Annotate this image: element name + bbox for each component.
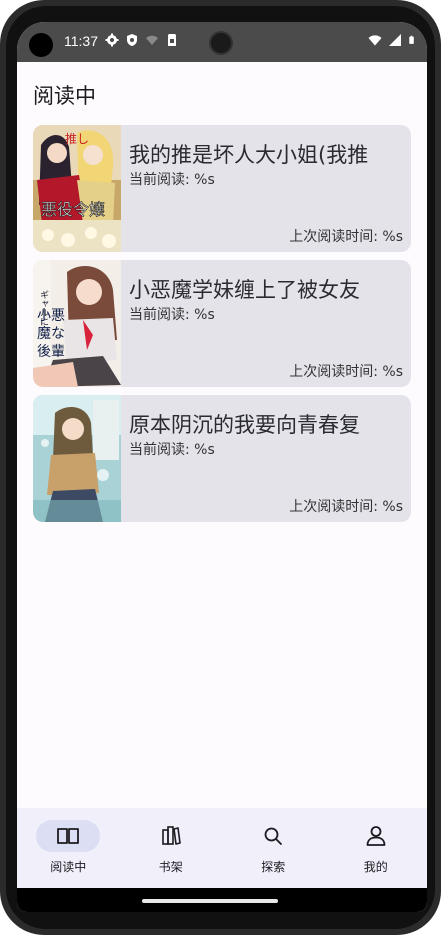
search-icon xyxy=(264,827,283,845)
gesture-handle[interactable] xyxy=(142,899,278,903)
book-card[interactable]: 推し 悪役令嬢 我的推是坏人大小姐(我推 当前阅读: %s 上次阅读时间: %s xyxy=(33,125,411,252)
book-title: 我的推是坏人大小姐(我推 xyxy=(129,143,369,167)
book-cover-image xyxy=(33,395,121,522)
reading-book-list: 推し 悪役令嬢 我的推是坏人大小姐(我推 当前阅读: %s 上次阅读时间: %s xyxy=(33,125,411,530)
book-card[interactable]: ギャルに 小悪 魔な 後輩 小恶魔学妹缠上了被女友 当前阅读: %s 上次阅读时… xyxy=(33,260,411,387)
battery-icon xyxy=(409,35,414,44)
nav-label: 探索 xyxy=(261,860,286,874)
status-system-icons xyxy=(368,33,417,47)
book-title: 原本阴沉的我要向青春复 xyxy=(129,413,360,437)
book-last-read-time: 上次阅读时间: %s xyxy=(289,364,403,380)
sim-card-icon xyxy=(168,34,176,46)
wifi-icon xyxy=(368,35,382,46)
nav-tab-bookshelf[interactable]: 书架 xyxy=(120,808,223,888)
svg-text:小悪: 小悪 xyxy=(37,308,65,324)
svg-text:後輩: 後輩 xyxy=(37,344,65,360)
svg-text:推し: 推し xyxy=(65,132,89,146)
svg-text:魔な: 魔な xyxy=(37,326,65,342)
status-bar: 11:37 xyxy=(17,22,427,62)
nav-tab-reading[interactable]: 阅读中 xyxy=(17,808,120,888)
book-open-icon xyxy=(57,828,80,844)
svg-text:悪役令嬢: 悪役令嬢 xyxy=(41,200,105,219)
book-last-read-time: 上次阅读时间: %s xyxy=(289,229,403,245)
nav-tab-explore[interactable]: 探索 xyxy=(222,808,325,888)
camera-cutout xyxy=(29,33,53,57)
book-progress: 当前阅读: %s xyxy=(129,307,215,323)
book-progress: 当前阅读: %s xyxy=(129,442,215,458)
page-title: 阅读中 xyxy=(33,84,96,108)
book-last-read-time: 上次阅读时间: %s xyxy=(289,499,403,515)
book-title: 小恶魔学妹缠上了被女友 xyxy=(129,278,360,302)
book-cover-image: ギャルに 小悪 魔な 後輩 xyxy=(33,260,121,387)
book-progress: 当前阅读: %s xyxy=(129,172,215,188)
nav-label: 我的 xyxy=(363,860,388,874)
status-time: 11:37 xyxy=(64,33,98,49)
book-cover-image: 推し 悪役令嬢 xyxy=(33,125,121,252)
shield-icon xyxy=(127,34,137,46)
book-card[interactable]: 原本阴沉的我要向青春复 当前阅读: %s 上次阅读时间: %s xyxy=(33,395,411,522)
nav-active-indicator xyxy=(36,820,101,852)
bottom-navigation: 阅读中 书架 探索 我的 xyxy=(17,808,427,888)
bookshelf-icon xyxy=(161,826,181,845)
wifi-off-icon xyxy=(146,35,158,45)
front-camera xyxy=(209,31,233,55)
status-notification-icons xyxy=(105,33,179,47)
settings-icon xyxy=(105,33,119,47)
signal-icon xyxy=(389,34,401,46)
nav-label: 书架 xyxy=(158,860,183,874)
app-screen: 11:37 阅读中 推し 悪役令嬢 我的推是坏人大小姐(我推 当前阅读: %s … xyxy=(17,22,427,912)
nav-label: 阅读中 xyxy=(50,860,87,874)
person-icon xyxy=(366,826,386,846)
nav-tab-profile[interactable]: 我的 xyxy=(325,808,428,888)
